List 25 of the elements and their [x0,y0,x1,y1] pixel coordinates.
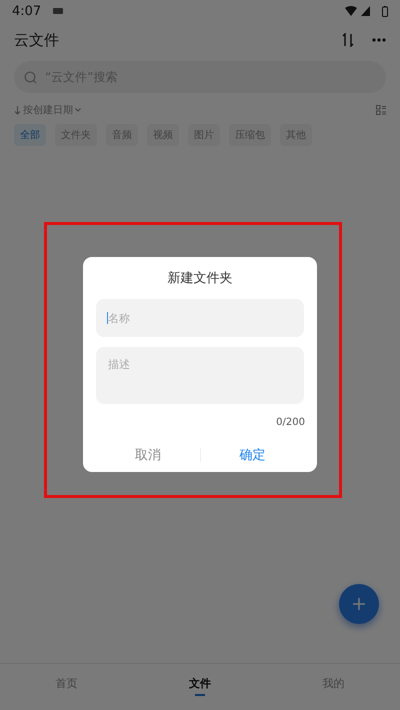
sort-label: 按创建日期 [23,104,73,117]
nav-tab[interactable]: 首页 [0,662,134,710]
confirm-button[interactable]: 确定 [200,442,304,468]
sort-icon[interactable] [342,33,354,47]
nav-tab[interactable]: 我的 [266,662,400,710]
description-field[interactable]: 描述 [96,347,304,404]
chevron-down-icon [75,108,81,112]
page-title: 云文件 [14,30,60,50]
wifi-icon [345,6,357,16]
keyboard-icon [53,8,64,14]
name-field[interactable]: 名称 [96,299,304,337]
signal-icon [361,6,370,16]
filter-chip[interactable]: 全部 [14,124,46,146]
more-icon[interactable] [372,38,386,42]
list-view-icon[interactable] [376,105,386,115]
add-button[interactable] [339,584,379,624]
battery-icon [382,6,388,16]
sort-button[interactable]: 按创建日期 [14,103,81,117]
cancel-button[interactable]: 取消 [96,442,200,468]
down-arrow-icon [14,106,21,114]
nav-tab[interactable]: 文件 [133,662,267,710]
plus-icon [353,598,365,610]
status-time: 4:07 [12,4,42,18]
dialog-title: 新建文件夹 [168,270,232,287]
character-counter: 0/200 [276,417,305,428]
